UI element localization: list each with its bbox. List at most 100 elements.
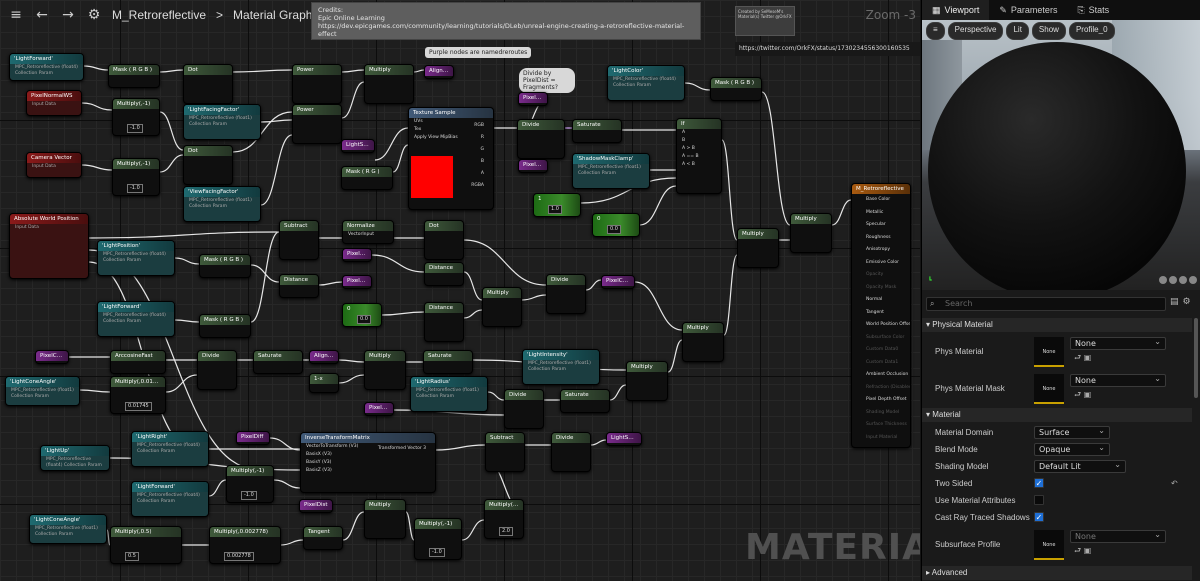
node-pin-label[interactable]: A	[677, 129, 721, 137]
node-lightPosition[interactable]: 'LightPosition' MPC_Retroreflective (floa…	[97, 240, 175, 276]
node-output-label[interactable]: G	[476, 146, 490, 154]
graph-wire[interactable]	[269, 437, 301, 451]
node-pixelDiff2[interactable]: PixelDiff	[342, 248, 372, 262]
node-pin-label[interactable]: Surface Thickness	[852, 419, 910, 432]
node-ifNode[interactable]: If A B A > BA == BA < B	[676, 118, 722, 194]
tab-parameters[interactable]: ✎ Parameters	[989, 0, 1067, 20]
node-pixelDist2[interactable]: PixelDist	[342, 275, 372, 289]
cylinder-shape-icon[interactable]	[1169, 276, 1177, 284]
node-saturate3[interactable]: Saturate	[423, 350, 473, 374]
node-dot3[interactable]: Dot	[424, 220, 464, 260]
use-material-attributes-checkbox[interactable]	[1034, 495, 1044, 505]
node-subtract2[interactable]: Subtract	[485, 432, 525, 472]
graph-wire[interactable]	[280, 539, 304, 546]
node-lightConeAngle2[interactable]: 'LightConeAngle' MPC_Retroreflective (flo…	[29, 514, 107, 544]
details-scrollbar[interactable]	[1194, 318, 1198, 398]
sphere-shape-icon[interactable]	[1159, 276, 1167, 284]
shading-model-dropdown[interactable]: Default Lit	[1034, 460, 1126, 473]
node-multRight1[interactable]: Multiply	[790, 213, 832, 253]
graph-wire[interactable]	[521, 294, 547, 301]
node-pin-label[interactable]: Metallic	[852, 207, 910, 220]
graph-wire[interactable]	[174, 319, 200, 323]
node-pin-label[interactable]: Opacity Mask	[852, 282, 910, 295]
graph-wire[interactable]	[88, 231, 280, 239]
subsurface-thumbnail[interactable]: None	[1034, 530, 1064, 560]
node-value-box[interactable]: -1.0	[127, 124, 143, 133]
node-pin-label[interactable]: World Position Offset	[852, 319, 910, 332]
node-pixelDist3[interactable]: PixelDist	[364, 402, 394, 416]
node-pin-label[interactable]: Refraction (Disabled)	[852, 382, 910, 395]
node-lightForward1[interactable]: 'LightForward' MPC_Retroreflective (float…	[9, 53, 84, 81]
node-value-box[interactable]: 0.5	[125, 552, 139, 561]
graph-wire[interactable]	[83, 65, 109, 71]
node-pin-label[interactable]: BasisZ (V3)	[301, 467, 435, 475]
node-pixelDiff3[interactable]: PixelDiff	[236, 431, 270, 445]
graph-wire[interactable]	[723, 254, 738, 336]
node-pin-label[interactable]: BasisY (V3)	[301, 459, 435, 467]
graph-wire[interactable]	[634, 281, 683, 331]
node-power2[interactable]: Power	[292, 104, 342, 144]
node-value-box[interactable]: -1.0	[429, 548, 445, 557]
node-pin-label[interactable]: Opacity	[852, 269, 910, 282]
material-graph-canvas[interactable]: ≡ ← → ⚙ M_Retroreflective > Material Gra…	[0, 0, 920, 581]
node-value-box[interactable]: 0.002778	[224, 552, 254, 561]
credits-comment[interactable]: Credits: Epic Online Learning https://de…	[311, 2, 701, 40]
node-maskRGB2[interactable]: Mask ( R G B )	[710, 77, 762, 101]
node-distance3[interactable]: Distance	[424, 302, 464, 342]
phys-mask-dropdown[interactable]: None	[1070, 374, 1166, 387]
node-value-box[interactable]: 0.0	[607, 225, 621, 234]
node-pixelNormal[interactable]: PixelNormalWS Input Data	[26, 90, 82, 116]
node-pixelDist4[interactable]: PixelDist	[299, 499, 333, 513]
node-multE[interactable]: Multiply	[626, 361, 668, 401]
subsurface-profile-dropdown[interactable]: None	[1070, 530, 1166, 543]
graph-wire[interactable]	[831, 199, 852, 226]
node-output-label[interactable]: A	[476, 170, 489, 178]
cube-shape-icon[interactable]	[1189, 276, 1197, 284]
note-divide-question[interactable]: Divide by PixelDist = Fragments?	[519, 68, 575, 93]
graph-wire[interactable]	[684, 82, 711, 91]
node-multNeg2[interactable]: Multiply(,-1) -1.0	[414, 518, 462, 560]
graph-wire[interactable]	[761, 91, 791, 226]
graph-wire[interactable]	[435, 444, 486, 451]
node-pixelCone2[interactable]: PixelCone	[35, 350, 69, 364]
graph-wire[interactable]	[81, 164, 113, 171]
graph-wire[interactable]	[232, 69, 293, 73]
node-maskRGB1[interactable]: Mask ( R G B )	[108, 64, 160, 88]
node-maskRGB4[interactable]: Mask ( R G B )	[199, 314, 251, 338]
section-material[interactable]: ▾ Material	[922, 408, 1192, 422]
graph-wire[interactable]	[79, 389, 111, 393]
node-dot2[interactable]: Dot	[183, 145, 233, 185]
graph-wire[interactable]	[260, 119, 293, 123]
node-pin-label[interactable]: A < B	[677, 161, 721, 169]
node-output-label[interactable]: B	[476, 158, 489, 166]
node-lightForward2[interactable]: 'LightForward' MPC_Retroreflective (float…	[97, 301, 175, 337]
graph-wire[interactable]	[273, 479, 301, 489]
forward-arrow-icon[interactable]: →	[60, 7, 76, 23]
graph-wire[interactable]	[405, 511, 415, 541]
node-mResult[interactable]: M_Retroreflective Base Color Metallic Specu…	[851, 183, 911, 448]
two-sided-checkbox[interactable]: ✓	[1034, 478, 1044, 488]
node-mult01745[interactable]: Multiply(,0.01745) 0.01745	[110, 376, 166, 414]
node-output-label[interactable]: Transformed Vector 3	[373, 445, 431, 453]
node-pixelDiff1[interactable]: PixelDiff	[518, 159, 548, 173]
graph-wire[interactable]	[341, 69, 365, 73]
graph-wire[interactable]	[461, 519, 485, 541]
node-lightUp[interactable]: 'LightUp' MPC_Retroreflective (float4) Co…	[40, 445, 110, 471]
graph-wire[interactable]	[208, 479, 227, 497]
lit-button[interactable]: Lit	[1006, 22, 1029, 40]
graph-wire[interactable]	[413, 69, 425, 73]
graph-wire[interactable]	[338, 374, 365, 384]
use-selected-icon[interactable]: ⮐ ▣	[1074, 352, 1091, 366]
node-lightIntensity[interactable]: 'LightIntensity' MPC_Retroreflective (flo…	[522, 349, 600, 385]
graph-wire[interactable]	[159, 111, 184, 151]
material-domain-dropdown[interactable]: Surface	[1034, 426, 1110, 439]
node-saturate4[interactable]: Saturate	[560, 389, 610, 413]
graph-wire[interactable]	[159, 154, 184, 173]
node-distance2[interactable]: Distance	[424, 262, 464, 286]
node-pin-label[interactable]: A > B	[677, 145, 721, 153]
node-multRight3[interactable]: Multiply	[682, 322, 724, 362]
graph-wire[interactable]	[667, 339, 683, 373]
node-output-label[interactable]: RGBA	[466, 182, 489, 190]
node-divide3[interactable]: Divide	[197, 350, 237, 390]
section-advanced[interactable]: ▸ Advanced	[922, 566, 1192, 580]
